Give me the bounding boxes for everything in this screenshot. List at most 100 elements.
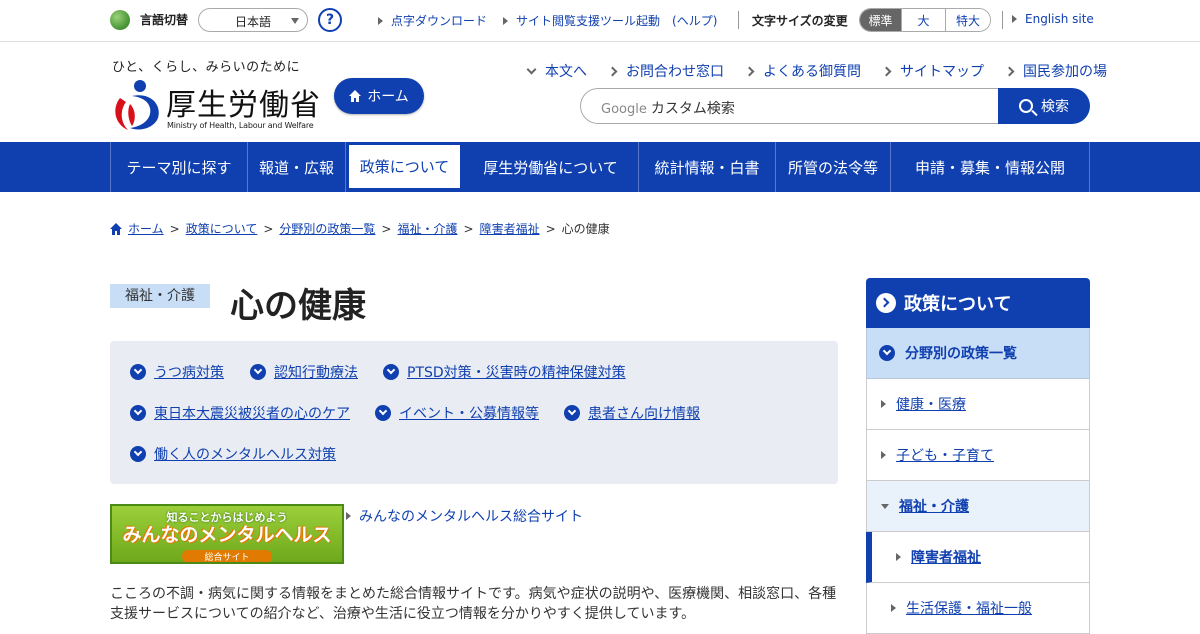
divider <box>1002 11 1003 29</box>
nav-item-about[interactable]: 厚生労働省について <box>463 142 639 192</box>
language-select[interactable]: 日本語 <box>198 8 308 32</box>
global-nav: テーマ別に探す 報道・広報 政策について 厚生労働省について 統計情報・白書 所… <box>0 142 1200 192</box>
topic-label: 患者さん向け情報 <box>588 406 700 422</box>
banner-title: みんなのメンタルヘルス <box>122 524 332 546</box>
accessibility-tool-link[interactable]: サイト閲覧支援ツール起動 (ヘルプ) <box>503 12 717 29</box>
google-logo: Google <box>601 102 647 117</box>
sidebar-item-label: 子ども・子育て <box>896 448 994 464</box>
font-size-large-button[interactable]: 大 <box>902 9 946 31</box>
home-button[interactable]: ホーム <box>334 78 424 114</box>
topic-link[interactable]: 患者さん向け情報 <box>564 403 700 423</box>
arrow-right-icon <box>1012 15 1017 23</box>
mental-health-site-banner[interactable]: 知ることからはじめよう みんなのメンタルヘルス 総合サイト <box>110 504 344 564</box>
breadcrumb-link[interactable]: ホーム <box>128 220 164 237</box>
sidebar-item-livelihood[interactable]: 生活保護・福祉一般 <box>866 583 1090 634</box>
search-button[interactable]: 検索 <box>998 88 1090 124</box>
chevron-right-icon <box>1004 66 1015 76</box>
search-placeholder: カスタム検索 <box>650 101 735 117</box>
home-icon <box>349 90 362 102</box>
chevron-circle-icon <box>564 405 580 421</box>
arrow-right-icon <box>503 16 509 25</box>
faq-link[interactable]: よくある御質問 <box>744 61 861 81</box>
breadcrumb-current: 心の健康 <box>561 222 610 236</box>
sidebar-item-label: 健康・医療 <box>896 397 966 413</box>
nav-item-themes[interactable]: テーマ別に探す <box>111 142 248 192</box>
public-participation-link[interactable]: 国民参加の場 <box>1004 61 1107 81</box>
chevron-circle-icon <box>383 364 399 380</box>
home-button-label: ホーム <box>367 89 409 105</box>
topic-label: 東日本大震災被災者の心のケア <box>154 406 350 422</box>
sidebar-item-label: 障害者福祉 <box>911 550 981 566</box>
link-label: よくある御質問 <box>763 64 861 80</box>
braille-download-link[interactable]: 点字ダウンロード <box>378 12 487 29</box>
font-size-label: 文字サイズの変更 <box>752 14 848 28</box>
link-label: サイト閲覧支援ツール起動 (ヘルプ) <box>516 14 718 28</box>
breadcrumb-link[interactable]: 分野別の政策一覧 <box>279 220 375 237</box>
sitemap-link[interactable]: サイトマップ <box>881 61 984 81</box>
separator-icon: > <box>381 221 392 236</box>
language-select-value: 日本語 <box>235 15 272 29</box>
arrow-down-icon <box>881 503 889 509</box>
font-size-standard-button[interactable]: 標準 <box>860 9 902 31</box>
chevron-right-icon <box>607 66 618 76</box>
topic-label: 認知行動療法 <box>274 365 358 381</box>
separator-icon: > <box>463 221 474 236</box>
font-size-xlarge-button[interactable]: 特大 <box>946 9 990 31</box>
breadcrumb-link[interactable]: 福祉・介護 <box>397 220 457 237</box>
link-label: お問合わせ窓口 <box>626 64 724 80</box>
separator-icon: > <box>169 221 180 236</box>
nav-item-statistics[interactable]: 統計情報・白書 <box>639 142 776 192</box>
page-title: 心の健康 <box>230 286 366 326</box>
chevron-right-icon <box>881 66 892 76</box>
topic-link[interactable]: PTSD対策・災害時の精神保健対策 <box>383 362 626 382</box>
sidebar-item-disability[interactable]: 障害者福祉 <box>866 532 1090 583</box>
sidebar-item-welfare[interactable]: 福祉・介護 <box>866 481 1090 532</box>
sidebar-subheading-label: 分野別の政策一覧 <box>905 346 1017 362</box>
breadcrumb-link[interactable]: 政策について <box>186 220 258 237</box>
topic-link[interactable]: 認知行動療法 <box>250 362 358 382</box>
search-icon <box>1019 99 1033 113</box>
topic-link[interactable]: うつ病対策 <box>130 362 224 382</box>
arrow-right-icon <box>881 451 886 459</box>
breadcrumb: ホーム > 政策について > 分野別の政策一覧 > 福祉・介護 > 障害者福祉 > 心の健… <box>110 220 610 237</box>
mental-health-site-link[interactable]: みんなのメンタルヘルス総合サイト <box>346 506 583 526</box>
chevron-down-icon <box>526 64 537 74</box>
skip-to-content-link[interactable]: 本文へ <box>526 61 587 81</box>
home-icon <box>110 222 122 235</box>
sidebar-item-children[interactable]: 子ども・子育て <box>866 430 1090 481</box>
sidebar-heading-label: 政策について <box>904 294 1012 315</box>
topic-link[interactable]: イベント・公募情報等 <box>375 403 539 423</box>
ministry-name[interactable]: 厚生労働省 <box>166 80 321 124</box>
link-label: 点字ダウンロード <box>391 14 488 28</box>
arrow-right-icon <box>378 16 383 25</box>
nav-item-press[interactable]: 報道・広報 <box>248 142 346 192</box>
nav-item-policy[interactable]: 政策について <box>346 142 463 192</box>
divider <box>738 11 739 29</box>
topic-link[interactable]: 働く人のメンタルヘルス対策 <box>130 444 336 464</box>
sidebar-subheading[interactable]: 分野別の政策一覧 <box>866 328 1090 379</box>
category-badge: 福祉・介護 <box>110 284 210 308</box>
separator-icon: > <box>263 221 274 236</box>
sidebar-heading[interactable]: 政策について <box>866 278 1090 328</box>
utility-bar: 言語切替 日本語 ? 点字ダウンロード サイト閲覧支援ツール起動 (ヘルプ) 文… <box>0 0 1200 42</box>
nav-item-laws[interactable]: 所管の法令等 <box>776 142 891 192</box>
chevron-circle-icon <box>130 405 146 421</box>
arrow-right-icon <box>881 400 886 408</box>
chevron-down-icon <box>291 18 299 24</box>
sidebar-item-label: 生活保護・福祉一般 <box>906 601 1032 617</box>
breadcrumb-link[interactable]: 障害者福祉 <box>480 220 540 237</box>
link-label: 国民参加の場 <box>1023 64 1107 80</box>
english-site-link[interactable]: English site <box>1012 12 1094 26</box>
chevron-circle-icon <box>375 405 391 421</box>
tagline: ひと、くらし、みらいのために <box>112 60 301 75</box>
topic-label: 働く人のメンタルヘルス対策 <box>154 447 336 463</box>
topic-link[interactable]: 東日本大震災被災者の心のケア <box>130 403 350 423</box>
nav-item-applications[interactable]: 申請・募集・情報公開 <box>891 142 1090 192</box>
ministry-logo-icon[interactable] <box>110 78 162 132</box>
search-input[interactable]: Google カスタム検索 <box>580 88 1000 124</box>
help-icon[interactable]: ? <box>318 8 342 32</box>
sidebar-item-health[interactable]: 健康・医療 <box>866 379 1090 430</box>
topic-label: うつ病対策 <box>154 365 224 381</box>
font-size-switcher: 標準 大 特大 <box>859 8 991 32</box>
contact-link[interactable]: お問合わせ窓口 <box>607 61 724 81</box>
